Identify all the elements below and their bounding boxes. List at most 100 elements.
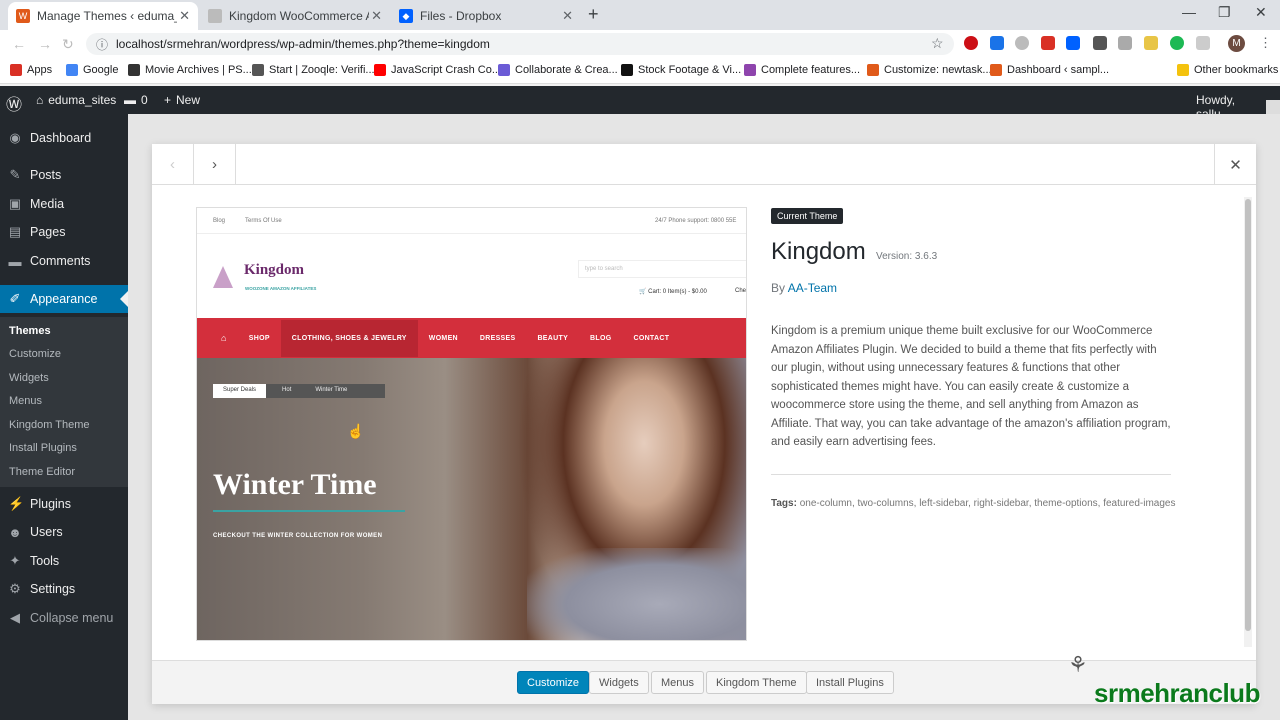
close-tab-icon[interactable]: ✕ (562, 8, 573, 24)
grammarly-extension-icon[interactable] (1170, 36, 1184, 50)
bookmark-star-icon[interactable]: ☆ (931, 35, 944, 52)
sidebar-item-plugins[interactable]: ⚡ Plugins (0, 490, 128, 518)
bookmark-item[interactable]: Other bookmarks (1177, 64, 1278, 76)
bookmark-item[interactable]: Movie Archives | PS... (128, 64, 252, 76)
sidebar-item-label: Tools (30, 554, 60, 568)
new-content-link[interactable]: + New (164, 93, 200, 107)
info-icon: ⓘ (96, 37, 109, 52)
scrollbar-thumb[interactable] (1245, 199, 1251, 631)
submenu-item-install-plugins[interactable]: Install Plugins (9, 442, 77, 454)
sidebar-item-posts[interactable]: ✎ Posts (0, 161, 128, 189)
sidebar-item-users[interactable]: ☻ Users (0, 518, 128, 546)
next-theme-button[interactable]: › (194, 144, 236, 185)
notes-extension-icon[interactable] (1144, 36, 1158, 50)
bookmark-label: Movie Archives | PS... (145, 64, 252, 76)
record-extension-icon[interactable] (1041, 36, 1055, 50)
bookmark-favicon-icon (621, 64, 633, 76)
sidebar-item-settings[interactable]: ⚙ Settings (0, 575, 128, 603)
minimize-icon[interactable]: — (1182, 4, 1196, 20)
site-name-link[interactable]: ⌂ eduma_sites (36, 93, 116, 107)
sidebar-item-label: Dashboard (30, 131, 92, 145)
shot-nav-item: SHOP (248, 334, 270, 342)
submenu-item-customize[interactable]: Customize (9, 348, 61, 360)
bookmark-item[interactable]: JavaScript Crash Co... (374, 64, 501, 76)
submenu-item-themes[interactable]: Themes (9, 325, 51, 337)
tab-kingdom-woocommerce[interactable]: Kingdom WooCommerce Amazo ✕ (200, 2, 390, 30)
previous-theme-button[interactable]: ‹ (152, 144, 194, 185)
forward-arrow-icon[interactable]: → (38, 36, 52, 52)
author-link[interactable]: AA-Team (788, 281, 837, 295)
sidebar-item-comments[interactable]: ▬ Comments (0, 247, 128, 275)
bookmark-label: Customize: newtask... (884, 64, 992, 76)
globe-extension-icon[interactable] (1015, 36, 1029, 50)
shot-hero-image: Super Deals Hot Winter Time Winter Time … (197, 358, 746, 640)
close-tab-icon[interactable]: ✕ (371, 8, 382, 24)
dashboard-icon: ◉ (9, 130, 21, 145)
shot-cart-text: Cart: 0 Item(s) - $0.00 (648, 289, 707, 295)
menu-kebab-icon[interactable]: ⋮ (1259, 35, 1272, 51)
close-tab-icon[interactable]: ✕ (179, 8, 190, 24)
restore-icon[interactable]: ❐ (1218, 4, 1231, 21)
extension-icon[interactable] (1118, 36, 1132, 50)
menus-button[interactable]: Menus (651, 671, 705, 694)
site-name: eduma_sites (48, 93, 117, 107)
back-arrow-icon[interactable]: ← (12, 36, 26, 52)
sidebar-item-label: Users (30, 525, 63, 539)
comments-link[interactable]: ▬ 0 (124, 93, 148, 107)
profile-avatar[interactable]: M (1228, 35, 1245, 52)
close-modal-button[interactable]: ✕ (1214, 144, 1256, 185)
bookmark-favicon-icon (498, 64, 510, 76)
dropbox-extension-icon[interactable] (1066, 36, 1080, 50)
wordpress-logo-icon[interactable]: Ⓦ (6, 91, 22, 115)
widgets-button[interactable]: Widgets (589, 671, 649, 694)
bookmark-label: Collaborate & Crea... (515, 64, 618, 76)
sidebar-item-appearance[interactable]: ✐ Appearance (0, 285, 128, 313)
sidebar-item-label: Posts (30, 168, 62, 182)
close-icon: ✕ (1229, 156, 1242, 174)
wordpress-favicon-icon: W (16, 9, 30, 23)
submenu-item-theme-editor[interactable]: Theme Editor (9, 466, 75, 478)
bookmark-favicon-icon (66, 64, 78, 76)
bookmark-item[interactable]: Complete features... (744, 64, 860, 76)
close-window-icon[interactable]: ✕ (1255, 4, 1267, 21)
submenu-item-kingdom-theme[interactable]: Kingdom Theme (9, 419, 90, 431)
bookmark-item[interactable]: Stock Footage & Vi... (621, 64, 741, 76)
current-theme-badge: Current Theme (771, 208, 844, 224)
address-bar[interactable]: ⓘ localhost/srmehran/wordpress/wp-admin/… (86, 33, 954, 55)
reload-icon[interactable]: ↻ (62, 36, 74, 53)
bookmark-item[interactable]: Collaborate & Crea... (498, 64, 618, 76)
submenu-item-menus[interactable]: Menus (9, 395, 42, 407)
submenu-item-widgets[interactable]: Widgets (9, 372, 49, 384)
tools-extension-icon[interactable] (1093, 36, 1107, 50)
tab-dropbox[interactable]: ◆ Files - Dropbox ✕ (391, 2, 581, 30)
sidebar-item-tools[interactable]: ✦ Tools (0, 547, 128, 575)
shot-hero-subtitle: CHECKOUT THE WINTER COLLECTION FOR WOMEN (213, 533, 383, 539)
new-tab-plus-icon[interactable]: + (588, 4, 599, 25)
shot-scarf-image (527, 548, 746, 640)
shot-nav-item: BEAUTY (537, 334, 569, 342)
comment-bubble-icon: ▬ (124, 93, 136, 107)
bookmark-item[interactable]: Apps (10, 64, 52, 76)
install-plugins-button[interactable]: Install Plugins (806, 671, 894, 694)
theme-description: Kingdom is a premium unique theme built … (771, 325, 1171, 448)
sidebar-item-collapse-menu[interactable]: ◀ Collapse menu (0, 604, 128, 632)
bookmark-item[interactable]: Start | Zooqle: Verifi... (252, 64, 375, 76)
shot-nav-item: DRESSES (479, 334, 516, 342)
tab-manage-themes[interactable]: W Manage Themes ‹ eduma_sites — ✕ (8, 2, 198, 30)
bookmark-favicon-icon (128, 64, 140, 76)
kingdom-theme-button[interactable]: Kingdom Theme (706, 671, 807, 694)
current-menu-arrow (120, 291, 128, 307)
sidebar-item-media[interactable]: ▣ Media (0, 190, 128, 218)
download-extension-icon[interactable] (990, 36, 1004, 50)
sidebar-item-dashboard[interactable]: ◉ Dashboard (0, 124, 128, 152)
tab-title: Kingdom WooCommerce Amazo (229, 9, 369, 23)
bookmark-favicon-icon (252, 64, 264, 76)
sidebar-item-pages[interactable]: ▤ Pages (0, 218, 128, 246)
shot-home-icon: ⌂ (221, 333, 227, 343)
bookmark-item[interactable]: Dashboard ‹ sampl... (990, 64, 1109, 76)
customize-button[interactable]: Customize (517, 671, 589, 694)
extension-icon[interactable] (1196, 36, 1210, 50)
opera-extension-icon[interactable] (964, 36, 978, 50)
bookmark-item[interactable]: Google (66, 64, 118, 76)
bookmark-item[interactable]: Customize: newtask... (867, 64, 992, 76)
